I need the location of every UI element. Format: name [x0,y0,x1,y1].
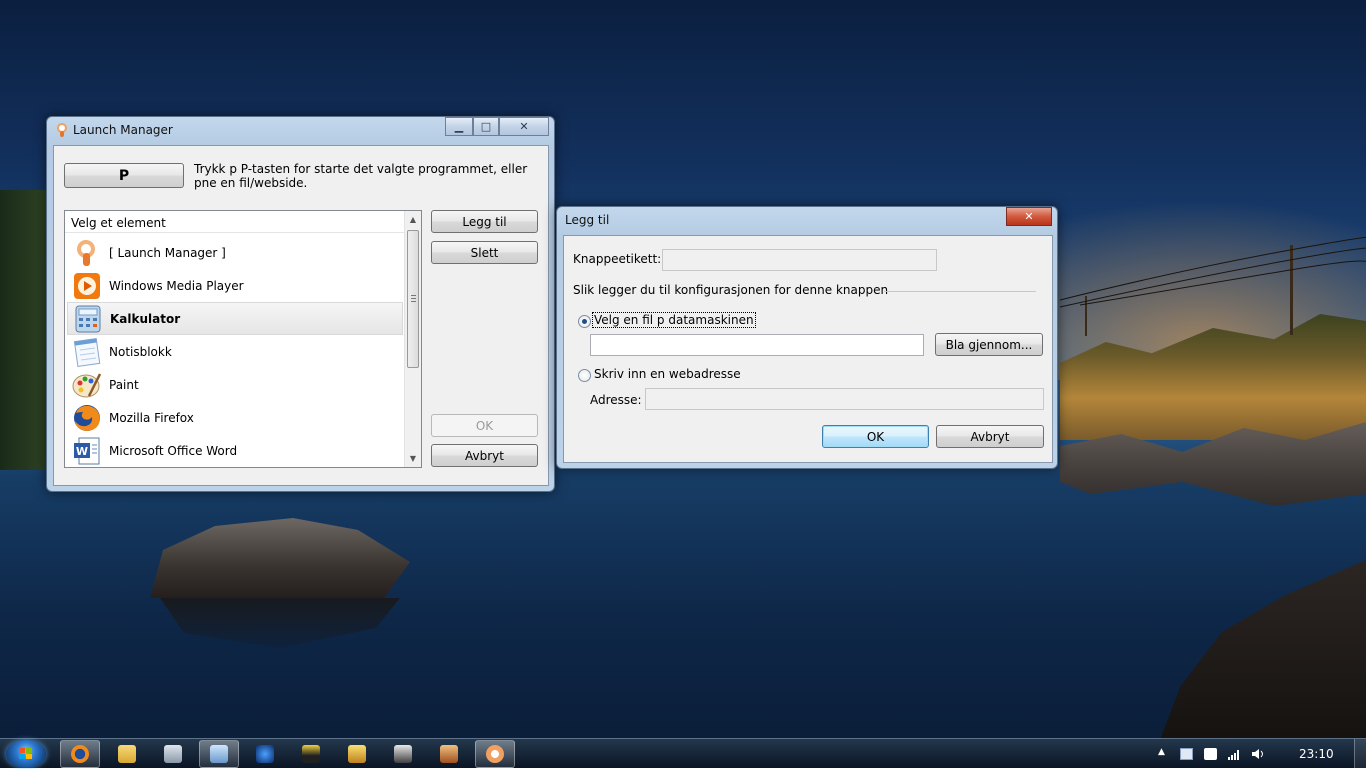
scroll-thumb[interactable] [407,230,419,368]
instruction-text: Trykk p P-tasten for starte det valgte p… [194,162,528,190]
minimize-icon: ▁ [454,120,464,133]
list-item[interactable]: Mozilla Firefox [67,401,403,434]
option-file-label[interactable]: Velg en fil p datamaskinen [592,312,756,328]
maximize-icon: □ [480,120,492,133]
taskbar-device[interactable] [153,740,193,768]
button-label-caption: Knappeetikett: [573,252,662,266]
calculator-icon [75,305,101,332]
taskbar-cs[interactable] [383,740,423,768]
file-path-field[interactable] [590,334,924,356]
taskbar-firefox[interactable] [60,740,100,768]
taskbar-app[interactable] [245,740,285,768]
media-player-icon [74,272,100,299]
cs-icon [394,745,412,763]
taskbar-explorer[interactable] [107,740,147,768]
close-icon: ✕ [519,120,529,133]
minimize-button[interactable]: ▁ [445,117,473,136]
add-button[interactable]: Legg til [431,210,538,233]
list-item-label: Paint [109,377,139,392]
button-label-field[interactable] [662,249,937,271]
add-dialog-client: Knappeetikett: Slik legger du til konfig… [563,235,1053,463]
list-header: Velg et element [65,211,405,233]
svg-text:W: W [76,445,88,458]
game-icon [440,745,458,763]
list-item[interactable]: Notisblokk [67,335,403,368]
section-caption: Slik legger du til konfigurasjonen for d… [573,283,889,297]
list-item[interactable]: Windows Media Player [67,269,403,302]
key-p-button[interactable]: P [64,163,184,188]
address-caption: Adresse: [590,393,642,407]
action-center-icon[interactable] [1204,748,1217,760]
add-dialog-titlebar[interactable]: Legg til ✕ [557,207,1057,233]
element-list[interactable]: Velg et element [ Launch Manager ] Windo… [64,210,422,468]
taskbar-launch-manager-running[interactable] [475,740,515,768]
dialog-title: Legg til [565,213,610,227]
network-icon[interactable] [1228,748,1241,760]
civ-icon [348,745,366,763]
list-item-label: Mozilla Firefox [109,410,194,425]
section-divider [884,291,1036,292]
close-button[interactable]: ✕ [499,117,549,136]
word-icon: W [74,437,100,464]
radio-file[interactable] [578,315,591,328]
explorer-icon [118,745,136,763]
show-hidden-icons-icon[interactable]: ▲ [1158,747,1168,759]
launch-manager-icon [77,239,95,266]
taskbar: ▲ 23:10 [0,738,1366,769]
ok-button[interactable]: OK [431,414,538,437]
launch-manager-task-icon [210,745,228,763]
list-item-label: Microsoft Office Word [109,443,238,458]
dialog-close-button[interactable]: ✕ [1006,207,1052,226]
scroll-up-icon[interactable]: ▲ [405,211,421,228]
list-scrollbar[interactable]: ▲ ▼ [404,211,421,467]
list-item[interactable]: Kalkulator [67,302,403,335]
clock[interactable]: 23:10 [1299,747,1334,761]
notepad-icon [73,337,101,367]
launch-manager-app-icon [57,123,67,137]
taskbar-launch-manager[interactable] [199,740,239,768]
option-web-label[interactable]: Skriv inn en webadresse [594,367,741,381]
browse-button[interactable]: Bla gjennom... [935,333,1043,356]
mail-icon[interactable] [1180,748,1193,760]
scroll-down-icon[interactable]: ▼ [405,450,421,467]
taskbar-tb[interactable] [291,740,331,768]
address-field[interactable] [645,388,1044,410]
firefox-icon [71,745,89,763]
launch-manager-titlebar[interactable]: Launch Manager ▁ □ ✕ [47,117,554,143]
window-title: Launch Manager [73,123,173,137]
windows-logo-icon [19,748,33,760]
firefox-icon [74,404,100,431]
taskbar-civ[interactable] [337,740,377,768]
cancel-button[interactable]: Avbryt [431,444,538,467]
start-button[interactable] [6,740,46,768]
close-icon: ✕ [1024,210,1034,223]
list-item-label: Notisblokk [109,344,172,359]
app-icon [256,745,274,763]
list-item-label: [ Launch Manager ] [109,245,226,260]
show-desktop-button[interactable] [1354,739,1366,769]
list-item[interactable]: W Microsoft Office Word [67,434,403,467]
volume-icon[interactable] [1252,748,1265,760]
launch-manager-running-icon [486,745,504,763]
list-item[interactable]: Paint [67,368,403,401]
paint-icon [72,372,102,397]
radio-web[interactable] [578,369,591,382]
list-item-label: Kalkulator [110,311,181,326]
launch-manager-client: P Trykk p P-tasten for starte det valgte… [53,145,549,486]
device-icon [164,745,182,763]
delete-button[interactable]: Slett [431,241,538,264]
tb-icon [302,745,320,763]
dialog-cancel-button[interactable]: Avbryt [936,425,1044,448]
maximize-button[interactable]: □ [473,117,499,136]
add-dialog-window: Legg til ✕ Knappeetikett: Slik legger du… [556,206,1058,469]
launch-manager-window: Launch Manager ▁ □ ✕ P Trykk p P-tasten … [46,116,555,492]
list-item[interactable]: [ Launch Manager ] [67,236,403,269]
list-item-label: Windows Media Player [109,278,244,293]
taskbar-game[interactable] [429,740,469,768]
dialog-ok-button[interactable]: OK [822,425,929,448]
